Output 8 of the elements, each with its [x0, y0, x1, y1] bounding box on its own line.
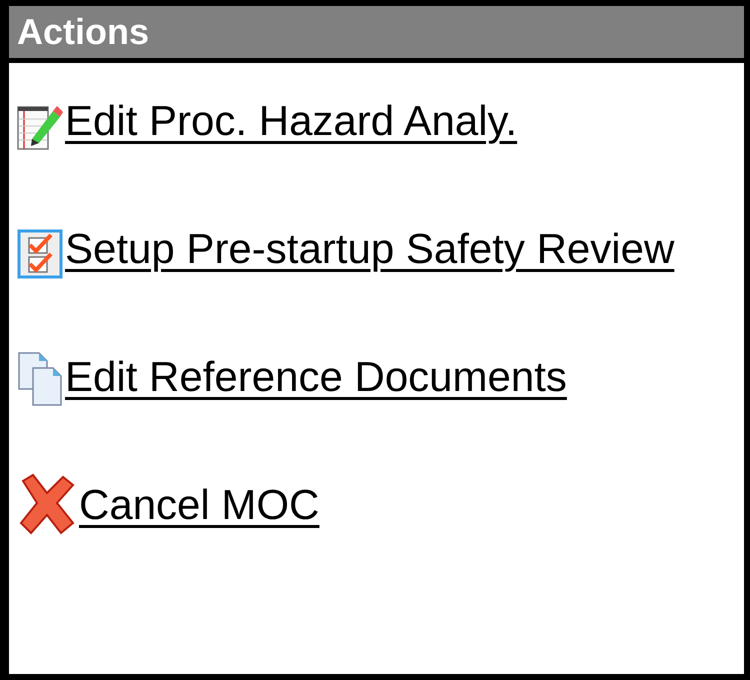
cross-icon: [17, 471, 77, 535]
action-link[interactable]: Setup Pre-startup Safety Review: [65, 225, 674, 272]
checklist-icon: [17, 229, 63, 279]
panel-title: Actions: [17, 11, 150, 53]
documents-icon: [17, 351, 63, 407]
action-link[interactable]: Cancel MOC: [79, 481, 320, 528]
action-link[interactable]: Edit Proc. Hazard Analy.: [65, 97, 518, 144]
action-link[interactable]: Edit Reference Documents: [65, 353, 567, 400]
